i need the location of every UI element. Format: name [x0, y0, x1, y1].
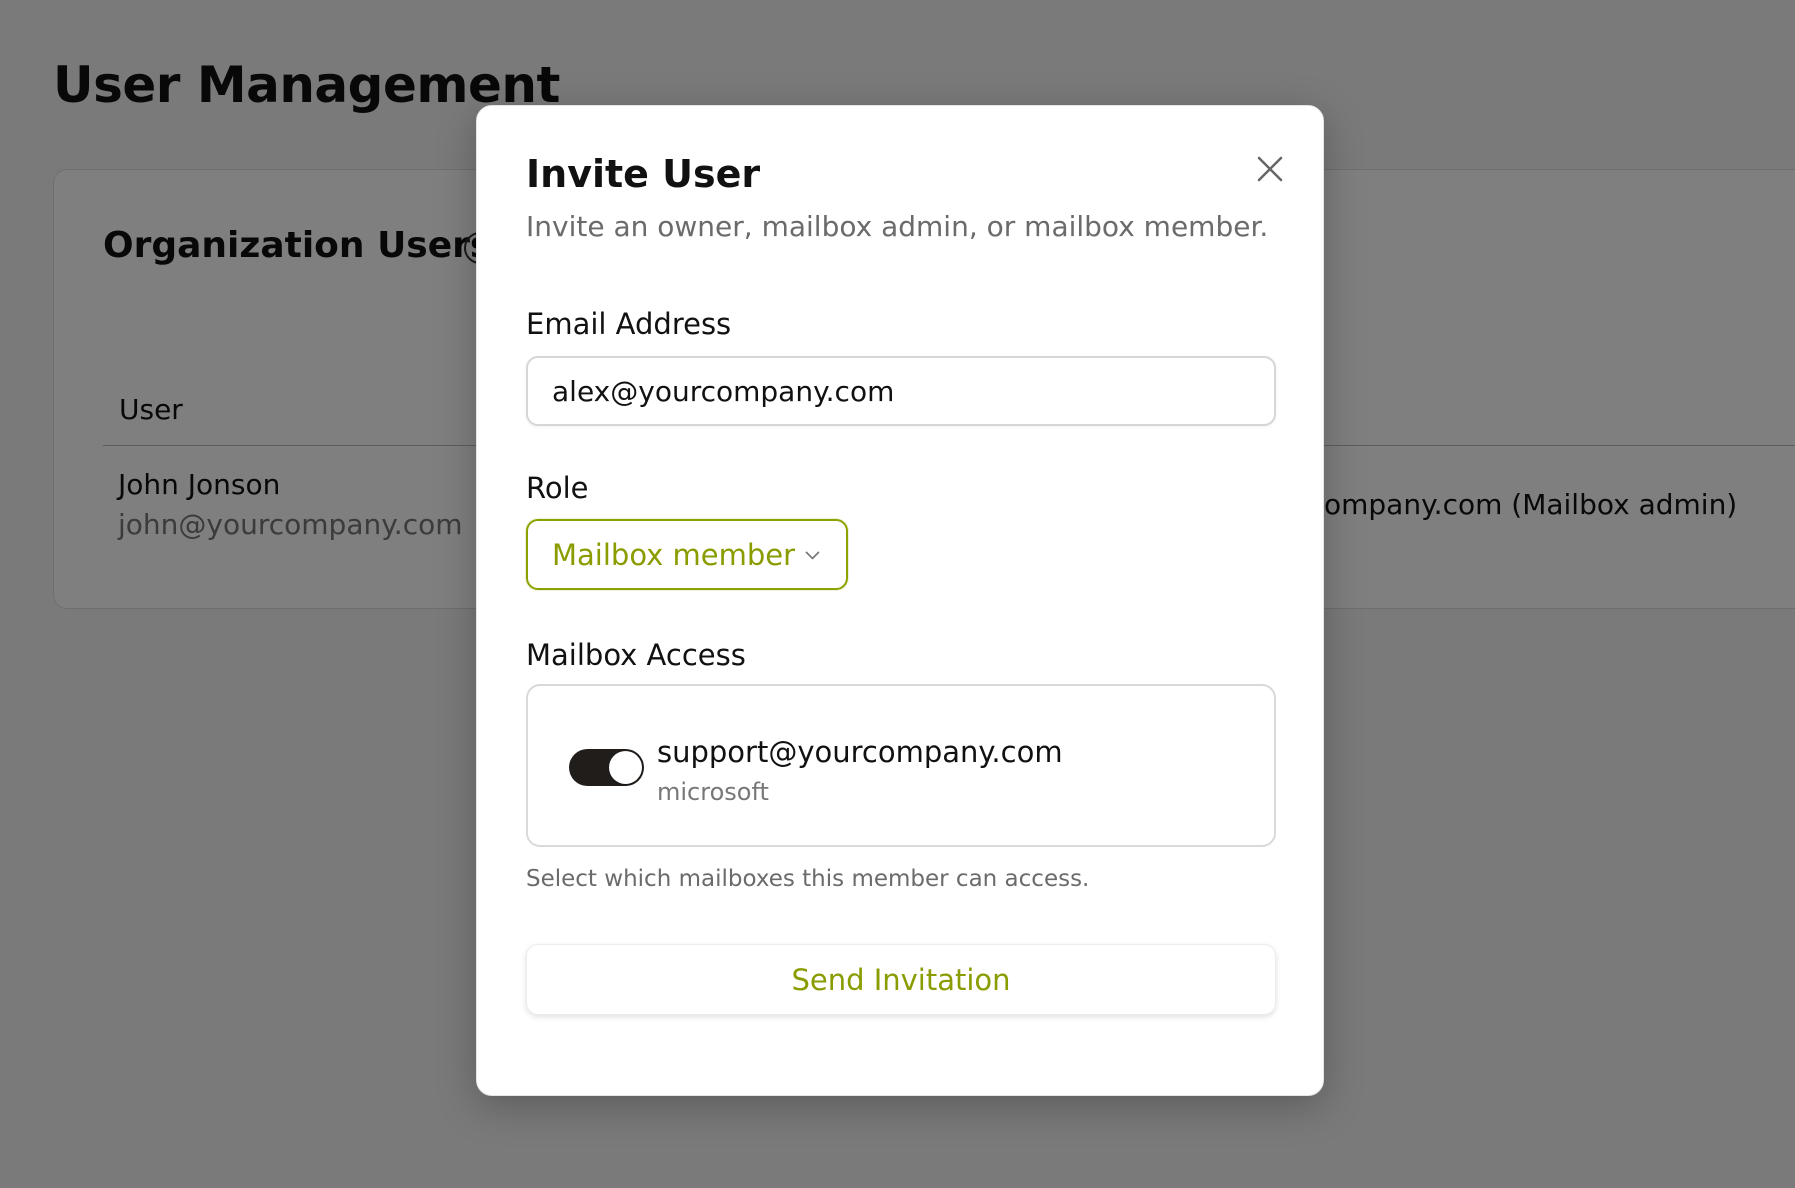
chevron-down-icon	[805, 551, 820, 559]
mailbox-email: support@yourcompany.com	[657, 735, 1063, 769]
role-label: Role	[526, 471, 589, 505]
dialog-subtitle: Invite an owner, mailbox admin, or mailb…	[526, 210, 1269, 243]
role-selected-value: Mailbox member	[552, 537, 796, 572]
mailbox-access-list: support@yourcompany.com microsoft	[526, 684, 1276, 847]
send-invitation-button[interactable]: Send Invitation	[526, 944, 1276, 1015]
close-icon	[1257, 156, 1283, 182]
close-button[interactable]	[1249, 148, 1291, 190]
email-label: Email Address	[526, 307, 732, 341]
toggle-knob	[609, 751, 642, 784]
mailbox-access-label: Mailbox Access	[526, 638, 746, 672]
invite-user-dialog: Invite User Invite an owner, mailbox adm…	[476, 105, 1324, 1096]
dialog-title: Invite User	[526, 152, 761, 196]
email-field[interactable]	[526, 356, 1276, 426]
mailbox-toggle[interactable]	[569, 749, 644, 786]
mailbox-access-helper: Select which mailboxes this member can a…	[526, 866, 1090, 892]
role-select[interactable]: Mailbox member	[526, 519, 848, 590]
mailbox-provider: microsoft	[657, 778, 769, 806]
